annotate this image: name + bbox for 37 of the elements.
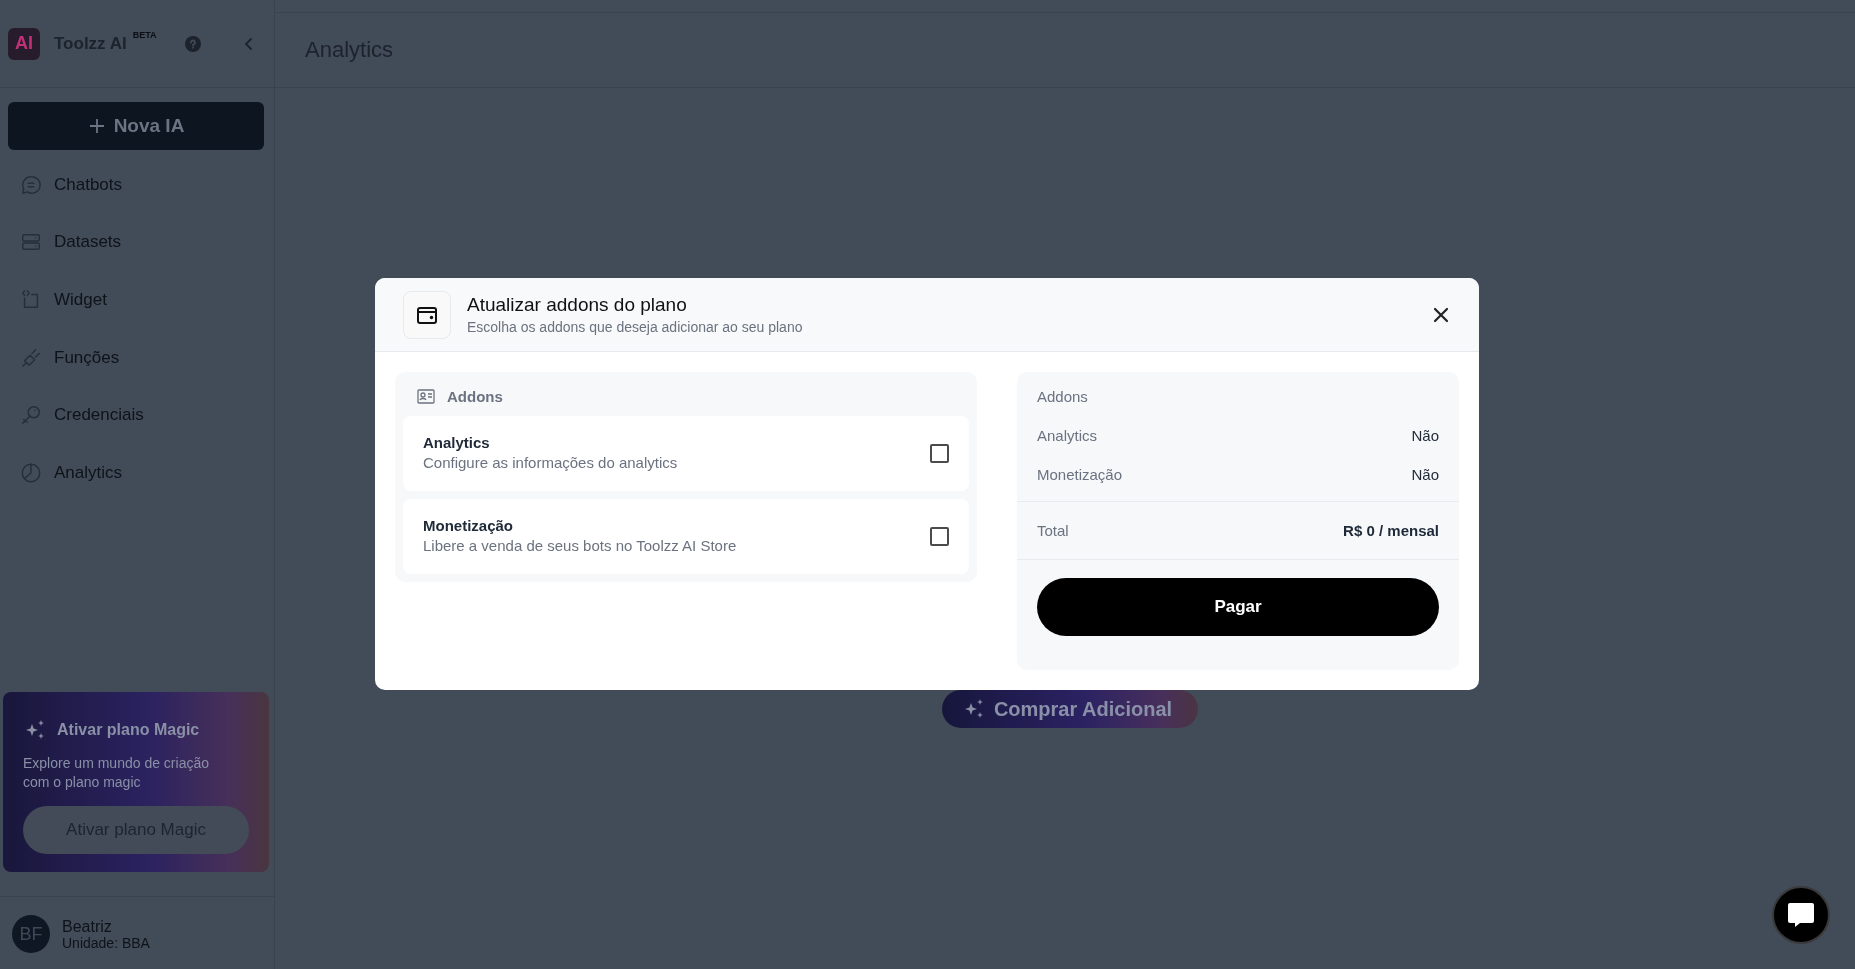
summary-label: Monetização (1037, 466, 1123, 483)
addon-checkbox[interactable] (930, 443, 949, 463)
nav-item[interactable]: Datasets (0, 213, 274, 272)
logo: AI (8, 27, 40, 60)
addon-description: Libere a venda de seus bots no Toolzz AI Store (423, 536, 737, 557)
total-label: Total (1037, 522, 1069, 539)
summary-heading: Addons (1037, 388, 1088, 405)
nav-item[interactable]: Widget (0, 271, 274, 329)
dialog-title: Atualizar addons do plano (467, 293, 688, 316)
section-label: Addons (447, 387, 503, 405)
chat-bubble-icon (20, 173, 42, 196)
plus-icon (87, 117, 106, 135)
pie-chart-icon (20, 461, 42, 484)
nav-item[interactable]: Chatbots (0, 156, 274, 214)
summary-value: Não (1411, 427, 1439, 444)
new-ai-button[interactable]: Nova IA (8, 102, 264, 150)
plug-icon (20, 346, 42, 369)
summary-label: Analytics (1037, 427, 1098, 444)
addon-description: Configure as informações do analytics (423, 453, 678, 474)
beta-label: BETA (132, 30, 157, 40)
addon-name: Monetização (423, 516, 514, 537)
id-card-icon (417, 388, 435, 404)
nav-item[interactable]: Analytics (0, 443, 274, 502)
user-name: Beatriz (62, 917, 113, 935)
buy-extra-button[interactable]: Comprar Adicional (941, 690, 1199, 728)
user-unit: Unidade: BBA (62, 934, 150, 951)
close-icon (1433, 306, 1449, 323)
addon-checkbox[interactable] (930, 526, 949, 546)
nav-item[interactable]: Credenciais (0, 386, 274, 444)
addon-name: Analytics (423, 433, 491, 454)
promo-text: Explore um mundo de criação com o plano magic (23, 754, 210, 792)
total-value: R$ 0 / mensal (1343, 522, 1439, 539)
dialog-subtitle: Escolha os addons que deseja adicionar ao seu plano (467, 317, 803, 336)
summary-value: Não (1411, 466, 1439, 483)
promo-title: Ativar plano Magic (57, 721, 200, 739)
nav-item[interactable]: Funções (0, 328, 274, 387)
pay-button[interactable]: Pagar (1037, 578, 1439, 636)
